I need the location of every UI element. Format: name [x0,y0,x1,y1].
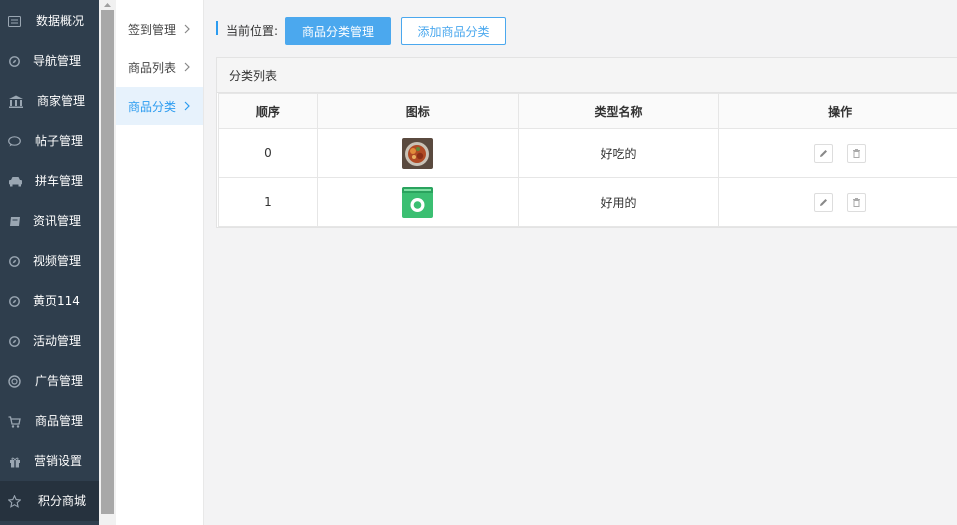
compass-icon [8,335,21,348]
main-sidebar: 数据概况 导航管理 商家管理 帖子管理 拼车管理 资讯管理 视频管理 黄页114… [0,0,99,525]
sidebar-item-carpool[interactable]: 拼车管理 [0,161,99,201]
sidebar-item-yellow-pages[interactable]: 黄页114 [0,281,99,321]
secondary-menu: 签到管理 商品列表 商品分类 [116,0,204,525]
compass-icon [8,295,21,308]
sidebar-item-label: 积分商城 [38,494,87,508]
submenu-item-checkin[interactable]: 签到管理 [116,10,203,48]
sidebar-item-label: 黄页114 [33,294,80,308]
pencil-icon [820,149,828,157]
column-header-name: 类型名称 [517,93,720,129]
category-management-button[interactable]: 商品分类管理 [285,17,391,45]
table-header-row: 顺序 图标 类型名称 操作 [218,93,957,129]
gift-icon [8,455,21,468]
row-order: 0 [218,128,318,178]
add-category-button[interactable]: 添加商品分类 [401,17,506,45]
delete-button[interactable] [847,143,867,163]
delete-button[interactable] [847,192,867,212]
table-row: 0 好吃的 [218,128,957,178]
sidebar-item-label: 商家管理 [37,94,86,108]
cart-icon [8,415,21,428]
submenu-item-product-category[interactable]: 商品分类 [116,87,203,125]
compass-icon [8,255,21,268]
chevron-right-icon [181,100,193,112]
chevron-right-icon [181,61,193,73]
sidebar-item-video[interactable]: 视频管理 [0,241,99,281]
sidebar-item-marketing[interactable]: 营销设置 [0,441,99,481]
sidebar-item-label: 资讯管理 [33,214,82,228]
sidebar-item-news[interactable]: 资讯管理 [0,201,99,241]
submenu-item-label: 签到管理 [128,22,177,37]
scrollbar-thumb[interactable] [101,10,114,514]
trash-icon [853,148,861,158]
edit-button[interactable] [814,192,834,212]
sidebar-item-label: 广告管理 [35,374,84,388]
sidebar-item-merchants[interactable]: 商家管理 [0,81,99,121]
sidebar-item-data-overview[interactable]: 数据概况 [0,1,99,41]
table-row: 1 好用的 [218,177,957,227]
trash-icon [853,197,861,207]
submenu-item-label: 商品列表 [128,60,177,75]
sidebar-item-label: 商品管理 [35,414,84,428]
sidebar-item-posts[interactable]: 帖子管理 [0,121,99,161]
row-category-name: 好吃的 [517,128,720,178]
sidebar-item-label: 视频管理 [33,254,82,268]
bank-icon [8,95,24,108]
star-icon [8,495,21,508]
compass-icon [8,55,21,68]
sidebar-item-label: 帖子管理 [35,134,84,148]
sidebar-scrollbar[interactable] [99,0,116,525]
car-icon [8,175,23,188]
category-list-panel: 分类列表 顺序 图标 类型名称 操作 0 好吃的 1 好用的 [216,57,957,228]
column-header-order: 顺序 [218,93,318,129]
sidebar-item-events[interactable]: 活动管理 [0,321,99,361]
sidebar-item-points-mall[interactable]: 积分商城 [0,481,99,521]
row-category-name: 好用的 [517,177,720,227]
category-green-box-image [402,186,434,218]
main-content: 当前位置: 商品分类管理 添加商品分类 分类列表 顺序 图标 类型名称 操作 0 [204,0,957,525]
book-icon [8,215,21,228]
sidebar-item-label: 拼车管理 [35,174,84,188]
row-order: 1 [218,177,318,227]
chevron-right-icon [181,23,193,35]
category-table: 顺序 图标 类型名称 操作 0 好吃的 1 好用的 [218,93,957,227]
scroll-up-arrow-icon[interactable] [99,0,116,9]
sidebar-item-products[interactable]: 商品管理 [0,401,99,441]
column-header-icon: 图标 [316,93,519,129]
breadcrumb-marker [216,21,218,35]
category-food-image [402,137,434,169]
sidebar-item-label: 数据概况 [36,14,85,28]
edit-button[interactable] [814,143,834,163]
lifebuoy-icon [8,375,21,388]
column-header-actions: 操作 [718,93,957,129]
submenu-item-label: 商品分类 [128,99,177,114]
sidebar-item-label: 营销设置 [34,454,83,468]
submenu-item-product-list[interactable]: 商品列表 [116,48,203,86]
sidebar-item-label: 活动管理 [33,334,82,348]
dashboard-icon [8,15,21,28]
pencil-icon [820,198,828,206]
sidebar-item-label: 导航管理 [33,54,82,68]
chat-bubble-icon [8,135,21,148]
panel-title: 分类列表 [217,58,957,93]
sidebar-item-ads[interactable]: 广告管理 [0,361,99,401]
breadcrumb-label: 当前位置: [226,24,279,38]
sidebar-item-navigation[interactable]: 导航管理 [0,41,99,81]
scroll-down-arrow[interactable] [99,516,116,525]
